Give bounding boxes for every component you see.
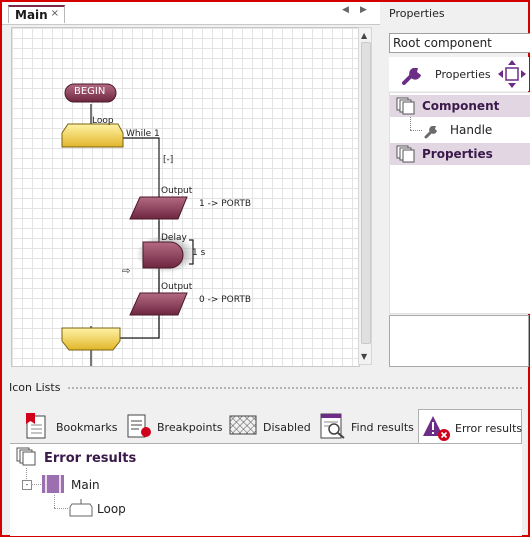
output1-shape [129, 196, 188, 220]
error-results-title: Error results [44, 451, 137, 466]
tab-error-results[interactable]: Error results [418, 409, 522, 443]
tree-connector [54, 495, 55, 508]
tree-group-component-label: Component [422, 99, 500, 113]
scroll-down-icon[interactable]: ▼ [361, 352, 367, 361]
tab-breakpoints[interactable]: Breakpoints [122, 409, 223, 443]
small-wrench-icon [424, 121, 442, 142]
tree-connector [54, 508, 68, 509]
properties-tree: Component Handle Properties [389, 92, 530, 314]
output1-label: Output [161, 186, 193, 196]
tab-find-results[interactable]: Find results [317, 409, 417, 443]
tree-connector [31, 484, 41, 485]
tab-disabled-label: Disabled [263, 421, 311, 434]
tree-group-properties[interactable]: Properties [390, 143, 530, 165]
tree-item-loop[interactable]: Loop [97, 502, 126, 516]
flowchart-diagram [61, 83, 196, 366]
app-frame: Main × ◀ ▶ BEGIN Loop While 1 [-] Output… [0, 0, 530, 537]
loop-label: Loop [92, 116, 114, 126]
scroll-tabs-right-icon[interactable]: ▶ [360, 5, 367, 15]
output2-shape [129, 292, 188, 316]
disabled-icon [229, 415, 257, 438]
delay-shape [142, 241, 184, 269]
output2-value: 0 -> PORTB [199, 295, 252, 305]
wrench-icon[interactable] [401, 60, 427, 89]
begin-label[interactable]: BEGIN [74, 86, 105, 97]
bookmark-icon [24, 412, 48, 443]
flowchart-canvas[interactable]: BEGIN Loop While 1 [-] Output 1 -> PORTB… [11, 27, 360, 367]
loop-condition: While 1 [126, 129, 160, 139]
component-pages-icon [396, 97, 416, 118]
close-icon[interactable]: × [51, 8, 59, 19]
tree-item-handle[interactable]: Handle [390, 119, 530, 141]
collapse-toggle[interactable]: [-] [163, 155, 173, 165]
scrollbar-thumb[interactable] [361, 42, 371, 344]
tree-item-main[interactable]: Main [71, 478, 100, 492]
delay-label: Delay [161, 233, 187, 243]
icon-lists-title: Icon Lists [9, 381, 61, 394]
properties-panel: Properties Root component Properties Com… [382, 2, 530, 372]
move-arrows-icon[interactable] [497, 59, 527, 92]
results-pages-icon [16, 447, 38, 470]
tree-item-handle-label: Handle [450, 123, 493, 137]
error-results-tree: Error results - Main Loop [10, 443, 522, 536]
delay-value: 1 s [192, 248, 206, 258]
properties-pages-icon [396, 145, 416, 166]
property-description-box [389, 315, 529, 367]
root-component-select[interactable]: Root component [389, 33, 530, 53]
tab-breakpoints-label: Breakpoints [157, 421, 223, 434]
loop-end-shape [61, 327, 121, 351]
loop-start-shape [61, 123, 124, 148]
find-icon [319, 412, 347, 443]
tab-main[interactable]: Main × [8, 5, 65, 23]
properties-toolbar: Properties [389, 57, 529, 91]
scroll-tabs-left-icon[interactable]: ◀ [342, 5, 349, 15]
output2-label: Output [161, 282, 193, 292]
error-icon [422, 414, 452, 445]
macro-icon [41, 474, 65, 497]
current-position-arrow-icon: ⇨ [122, 266, 131, 277]
tree-group-component[interactable]: Component [390, 95, 530, 117]
tab-disabled[interactable]: Disabled [225, 409, 315, 443]
icon-lists-panel: Icon Lists Bookmarks Breakpoints Disable… [2, 379, 528, 536]
output1-value: 1 -> PORTB [199, 199, 252, 209]
tab-bookmarks-label: Bookmarks [56, 421, 118, 434]
tree-group-properties-label: Properties [422, 147, 493, 161]
loop-node-icon [68, 498, 94, 521]
tab-main-label: Main [15, 8, 48, 22]
properties-toolbar-label[interactable]: Properties [435, 68, 491, 81]
canvas-vertical-scrollbar[interactable]: ▲ ▼ [358, 27, 372, 365]
properties-panel-title: Properties [389, 7, 445, 20]
collapse-box-icon[interactable]: - [22, 480, 32, 490]
tab-error-results-label: Error results [455, 422, 523, 435]
panel-grip[interactable] [67, 386, 522, 390]
scroll-up-icon[interactable]: ▲ [361, 31, 367, 40]
tab-find-results-label: Find results [351, 421, 414, 434]
editor-tabstrip: Main × ◀ ▶ [2, 2, 380, 25]
tab-bookmarks[interactable]: Bookmarks [22, 409, 120, 443]
breakpoint-icon [125, 412, 153, 443]
